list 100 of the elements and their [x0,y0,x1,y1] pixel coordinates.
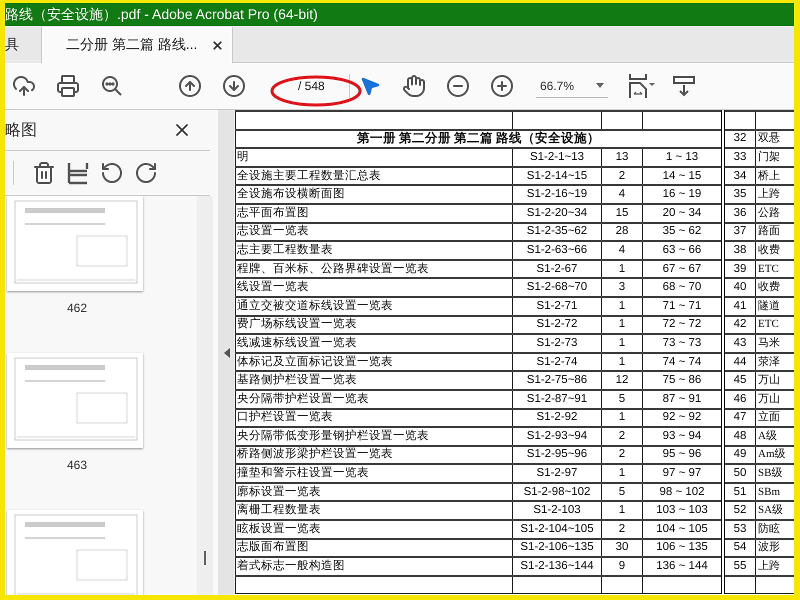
page-thumbnail[interactable] [7,353,143,448]
table-cell: 通立交被交道标线设置一览表 [236,296,512,316]
table-cell: S1-2-74 [512,352,602,372]
caret-icon [596,83,604,88]
table-cell: 44 [723,352,756,372]
zoom-dropdown[interactable]: 66.7% [536,74,608,98]
table-cell: 1 [602,408,642,428]
table-cell: 1 [602,464,642,483]
table-cell: 5 [602,482,642,502]
table-cell: 央分隔带低变形量钢护栏设置一览表 [236,427,512,446]
table-cell: 40 [723,278,756,297]
table-cell: S1-2-92 [512,408,602,428]
zoom-out-icon[interactable] [444,72,472,100]
table-cell: S1-2-103 [512,501,602,520]
document-tab[interactable]: 具 [5,27,42,63]
zoom-in-icon[interactable] [488,72,516,100]
table-cell: 13 [602,148,642,167]
table-cell: 15 [602,204,642,223]
table-heading: 第一册 第二分册 第二篇 路线（安全设施） [236,130,723,148]
table-cell: 43 [723,334,756,353]
table-cell: 33 [723,148,756,167]
table-cell: 38 [723,241,756,260]
table-cell: 志设置一览表 [236,222,512,242]
table-cell: 34 [723,166,756,186]
table-cell: 4 [602,185,642,204]
table-cell: 46 [723,390,756,408]
document-tab[interactable]: 二分册 第二篇 路线... [42,27,234,63]
table-cell: S1-2-14~15 [512,166,602,186]
fit-width-icon[interactable] [628,72,656,100]
table-cell: 2 [602,427,642,446]
table-cell: 1 [602,260,642,278]
table-cell: 志主要工程数量表 [236,241,512,260]
table-cell: 28 [602,222,642,242]
page-number: 462 [66,301,88,315]
table-cell: 37 [723,222,756,242]
table-cell: 全设施主要工程数量汇总表 [236,166,512,186]
table-cell: 50 [723,464,756,483]
page-number: 463 [66,458,88,472]
page-thumbnail[interactable] [7,196,143,291]
table-cell: 12 [602,371,642,390]
table-cell: 体标记及立面标记设置一览表 [236,352,512,372]
table-cell: 撞垫和警示柱设置一览表 [236,464,512,483]
table-cell: S1-2-71 [512,296,602,316]
hand-icon[interactable] [400,72,428,100]
table-cell: 央分隔带护栏设置一览表 [236,390,512,408]
table-cell: 1 [602,501,642,520]
table-cell: S1-2-16~19 [512,185,602,204]
table-cell: S1-2-68~70 [512,278,602,297]
table-cell: 基路侧护栏设置一览表 [236,371,512,390]
table-cell: 1 [602,352,642,372]
table-cell: 5 [602,390,642,408]
table-cell: 程牌、百米标、公路界碑设置一览表 [236,260,512,278]
table-cell: 2 [602,520,642,539]
table-cell: 9 [602,557,642,576]
table-cell: 52 [723,501,756,520]
window-title: 路线（安全设施）.pdf - Adobe Acrobat Pro (64-bit) [5,3,794,26]
table-cell: S1-2-95~96 [512,446,602,464]
table-cell: 眩板设置一览表 [236,520,512,539]
collapse-arrow-icon[interactable] [224,348,230,358]
table-cell: S1-2-63~66 [512,241,602,260]
table-cell: 47 [723,408,756,428]
panel-title: 略图 [5,120,37,140]
table-cell: S1-2-97 [512,464,602,483]
next-page-icon[interactable] [220,72,248,100]
table-cell: 2 [602,166,642,186]
table-cell: 36 [723,204,756,223]
table-cell: 志平面布置图 [236,204,512,223]
scrollbar-thumb[interactable] [204,551,206,565]
table-cell: S1-2-20~34 [512,204,602,223]
table-cell: 53 [723,520,756,539]
table-cell: 明 [236,148,512,167]
table-cell: 离栅工程数量表 [236,501,512,520]
table-cell: 41 [723,296,756,316]
table-cell: 32 [723,130,756,148]
table-cell: S1-2-1~13 [512,148,602,167]
page-thumbnail[interactable] [7,510,143,595]
table-cell: 着式标志一般构造图 [236,557,512,576]
table-cell: 30 [602,538,642,558]
table-cell: 39 [723,260,756,278]
close-icon[interactable] [211,38,224,52]
table-cell: 3 [602,278,642,297]
table-cell: 1 [602,316,642,334]
table-cell: 1 [602,296,642,316]
table-cell: 45 [723,371,756,390]
table-cell: 2 [602,446,642,464]
table-cell: 42 [723,316,756,334]
table-cell: 1 [602,334,642,353]
table-cell: S1-2-93~94 [512,427,602,446]
table-cell: 廓标设置一览表 [236,482,512,502]
table-cell: S1-2-98~102 [512,482,602,502]
table-cell: 线减速标线设置一览表 [236,334,512,353]
table-cell: 口护栏设置一览表 [236,408,512,428]
table-cell: S1-2-73 [512,334,602,353]
print-icon[interactable] [54,72,82,100]
table-cell: S1-2-35~62 [512,222,602,242]
table-cell: 48 [723,427,756,446]
table-cell: S1-2-104~105 [512,520,602,539]
previous-page-icon[interactable] [176,72,204,100]
table-cell: 全设施布设横断面图 [236,185,512,204]
table-cell: S1-2-72 [512,316,602,334]
